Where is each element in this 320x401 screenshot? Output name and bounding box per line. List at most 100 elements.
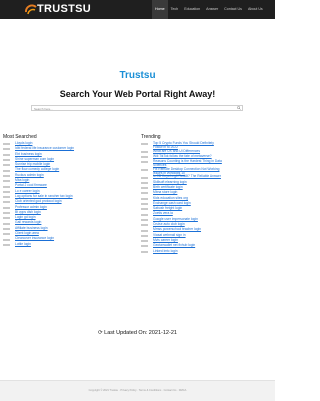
most-searched-heading: Most Searched [3, 134, 37, 140]
nav-item-contact-us[interactable]: Contact Us [221, 0, 245, 19]
page-title: Trustsu [119, 70, 156, 81]
bullet-icon [141, 245, 148, 248]
list-item-link[interactable]: Clearcover insurance login [15, 236, 54, 240]
bullet-icon [141, 250, 148, 253]
list-item-link[interactable]: Shine superman com login [15, 157, 54, 161]
bullet-icon [3, 159, 10, 162]
bullet-icon [3, 190, 10, 193]
search-input[interactable]: Search here... [31, 105, 243, 111]
list-item-link[interactable]: Client login area [15, 231, 39, 235]
bullet-icon [141, 192, 148, 195]
list-item-link[interactable]: Viasat webmail sign in [153, 233, 186, 237]
bullet-icon [3, 143, 10, 146]
bullet-icon [3, 238, 10, 241]
bullet-icon [3, 233, 10, 236]
list-item-link[interactable]: Will TikTok follow the fate of metaverse… [153, 154, 212, 158]
bullet-icon [141, 150, 148, 153]
list-item-link[interactable]: Affiliate business login [15, 226, 48, 230]
bullet-icon [141, 240, 148, 243]
list-item-link[interactable]: What are UX and UI Differences [153, 149, 200, 153]
logo-text: TRUSTSU [37, 3, 92, 15]
bullet-icon [141, 224, 148, 227]
nav-menu: Home Tech Education Answer Contact Us About U… [152, 0, 266, 19]
bullet-icon [141, 203, 148, 206]
list-item-link[interactable]: Google user impersonate login [153, 217, 198, 221]
top-navbar: TRUSTSU Home Tech Education Answer Contact U… [0, 0, 275, 19]
trending-heading: Trending [141, 134, 161, 140]
bullet-icon [141, 168, 148, 171]
trending-list: Top 5 Crypto Funds You Should Definitely… [141, 141, 223, 255]
list-item-link[interactable]: Sabush freight login [153, 206, 182, 210]
bullet-icon [141, 229, 148, 232]
bullet-icon [141, 218, 148, 221]
bullet-icon [141, 187, 148, 190]
bullet-icon [3, 180, 10, 183]
list-item-link[interactable]: Lloyds login [15, 141, 32, 145]
list-item-link[interactable]: Lo e career login [15, 189, 40, 193]
bullet-icon [141, 213, 148, 216]
bullet-icon [141, 208, 148, 211]
bullet-icon [3, 185, 10, 188]
bullet-icon [3, 169, 10, 172]
list-item-link[interactable]: Login gd login [15, 215, 36, 219]
nav-item-home[interactable]: Home [152, 0, 168, 19]
bullet-icon [141, 234, 148, 237]
list-item-link[interactable]: Professor admin login [15, 205, 47, 209]
footer: Copyright © 2021 Trustsu · Privacy Polic… [0, 380, 275, 401]
bullet-icon [3, 217, 10, 220]
most-searched-list: Lloyds login Idbi federal life insurance … [3, 141, 74, 248]
list-item-link[interactable]: Mmss powerschool teacher login [153, 227, 201, 231]
nav-item-tech[interactable]: Tech [168, 0, 182, 19]
list-item-link[interactable]: Kids education sites org [153, 196, 188, 200]
list-item[interactable]: Linked lmtc login [141, 249, 223, 255]
bullet-icon [3, 174, 10, 177]
list-item-link[interactable]: Gail rewards login [15, 220, 41, 225]
list-item-link[interactable]: Log options for sale in rancher tax logi… [15, 194, 73, 198]
bullet-icon [3, 201, 10, 204]
bullet-icon [141, 161, 148, 164]
list-item-link[interactable]: Linked lmtc login [153, 249, 178, 253]
list-item-link[interactable]: Mba login [15, 178, 29, 182]
list-item-link[interactable]: Exchange cash card login [153, 201, 191, 205]
refresh-icon: ⟳ [98, 330, 103, 336]
bullet-icon [141, 176, 148, 179]
bullet-icon [3, 196, 10, 199]
bullet-icon [3, 243, 10, 246]
nav-item-about-us[interactable]: About Us [245, 0, 266, 19]
list-item-link[interactable]: Ruckus admin login [15, 173, 44, 177]
nav-item-education[interactable]: Education [181, 0, 203, 19]
bullet-icon [141, 143, 148, 146]
bullet-icon [3, 148, 10, 151]
bullet-icon [141, 197, 148, 200]
nav-item-answer[interactable]: Answer [203, 0, 221, 19]
bullet-icon [3, 212, 10, 215]
bullet-icon [141, 181, 148, 184]
logo-arc-icon [25, 4, 37, 15]
list-item-link[interactable]: Sunrise trip mobile login [15, 162, 50, 166]
list-item-link[interactable]: Club oriented god protocol login [15, 199, 62, 203]
list-item-link[interactable]: Birth certificate login [153, 185, 183, 189]
search-icon[interactable] [237, 106, 241, 110]
list-item-link[interactable]: Portal 2 cool firmware [15, 183, 47, 187]
list-item-link[interactable]: Is CD Keys Legit Reddit? The Reliable An… [153, 174, 221, 178]
list-item-link[interactable]: Bt vpps dish login [15, 210, 41, 214]
list-item-link[interactable]: Geotaxwallet net fixhub login [153, 243, 195, 247]
list-item-link[interactable]: Lottie login [15, 242, 31, 246]
list-item-link[interactable]: The flow comedy college login [15, 167, 59, 172]
bullet-icon [3, 227, 10, 230]
bullet-icon [141, 156, 148, 159]
bullet-icon [3, 222, 10, 225]
last-updated: ⟳ Last Updated On: 2021-12-21 [0, 330, 275, 336]
list-item-link[interactable]: Skillsoft elearning login [153, 180, 187, 184]
list-item-link[interactable]: Cruise auto club login [153, 222, 185, 226]
list-item[interactable]: Lottie login [3, 242, 74, 248]
last-updated-text: Last Updated On: 2021-12-21 [104, 330, 177, 336]
page-subtitle: Search Your Web Portal Right Away! [59, 89, 216, 99]
list-item-link[interactable]: Idbi federal life insurance customer log… [15, 146, 74, 150]
bullet-icon [3, 206, 10, 209]
list-item-link[interactable]: Mbna store login [153, 190, 177, 194]
list-item-link[interactable]: Mvis career login [153, 238, 178, 242]
bullet-icon [3, 164, 10, 167]
list-item-link[interactable]: Ebt business login [15, 152, 42, 156]
list-item-link[interactable]: Zoetis vera ia [153, 211, 173, 216]
